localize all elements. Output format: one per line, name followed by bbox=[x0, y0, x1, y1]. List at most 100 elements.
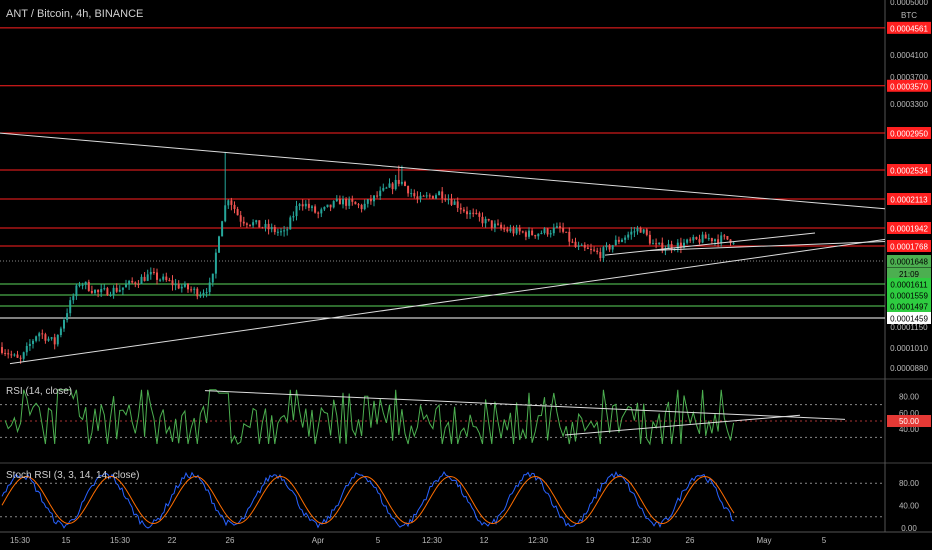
candle-body bbox=[658, 242, 661, 245]
candle-body bbox=[159, 279, 162, 281]
candle-body bbox=[521, 231, 524, 233]
candle-body bbox=[165, 276, 168, 281]
candle-body bbox=[317, 212, 320, 214]
candle-body bbox=[366, 199, 369, 204]
candle-body bbox=[503, 228, 506, 230]
time-tick-label: 12:30 bbox=[422, 536, 443, 545]
candle-body bbox=[289, 217, 292, 230]
candle-body bbox=[500, 224, 503, 229]
candle-body bbox=[242, 221, 245, 224]
candle-body bbox=[565, 231, 568, 233]
candle-body bbox=[413, 193, 416, 197]
red-level-label: 0.0004561 bbox=[890, 24, 928, 33]
candle-body bbox=[400, 181, 403, 184]
candle-body bbox=[273, 227, 276, 233]
price-tick-label: 0.0004100 bbox=[890, 51, 928, 60]
candle-body bbox=[35, 336, 38, 341]
candle-body bbox=[497, 223, 499, 225]
candle-body bbox=[686, 239, 689, 243]
time-tick-label: Apr bbox=[312, 536, 325, 545]
candle-body bbox=[193, 288, 196, 290]
candle-body bbox=[596, 250, 599, 253]
candle-body bbox=[621, 239, 623, 242]
currency-label: BTC bbox=[901, 11, 917, 20]
candle-body bbox=[32, 340, 34, 344]
candle-body bbox=[180, 286, 183, 289]
candle-body bbox=[704, 234, 707, 239]
candle-body bbox=[438, 191, 441, 196]
candle-body bbox=[388, 183, 391, 188]
price-tick-label: 0.0003300 bbox=[890, 100, 928, 109]
candle-body bbox=[218, 236, 220, 253]
candle-body bbox=[549, 233, 552, 235]
candle-body bbox=[369, 199, 372, 202]
candle-body bbox=[56, 335, 59, 345]
candle-body bbox=[94, 289, 96, 293]
candle-body bbox=[84, 281, 87, 285]
trendline bbox=[9, 238, 886, 365]
candle-body bbox=[63, 320, 65, 329]
candle-body bbox=[112, 287, 115, 296]
candle-body bbox=[540, 232, 543, 234]
price-tick-label: 0.0005000 bbox=[890, 0, 928, 7]
time-tick-label: 12:30 bbox=[528, 536, 549, 545]
candle-body bbox=[493, 223, 496, 228]
candle-body bbox=[385, 187, 388, 189]
candle-body bbox=[348, 199, 351, 206]
candle-body bbox=[174, 283, 177, 286]
candle-body bbox=[75, 285, 78, 297]
candle-body bbox=[732, 242, 735, 244]
candle-body bbox=[441, 191, 444, 199]
candle-body bbox=[435, 195, 437, 199]
candle-body bbox=[72, 296, 75, 301]
candle-body bbox=[444, 198, 447, 201]
candle-body bbox=[270, 227, 273, 230]
candle-body bbox=[69, 300, 72, 314]
candle-body bbox=[187, 283, 189, 290]
rsi-current-label: 50.00 bbox=[899, 417, 920, 426]
candle-body bbox=[676, 242, 679, 250]
candle-body bbox=[211, 273, 214, 283]
candle-body bbox=[382, 188, 385, 191]
candle-body bbox=[196, 288, 199, 297]
candle-body bbox=[97, 289, 100, 293]
candle-body bbox=[66, 313, 69, 321]
candle-body bbox=[710, 238, 713, 242]
candle-body bbox=[125, 284, 127, 288]
time-tick-label: 26 bbox=[686, 536, 695, 545]
price-tick-label: 0.0001010 bbox=[890, 344, 928, 353]
candle-body bbox=[475, 212, 478, 214]
candle-body bbox=[121, 287, 124, 290]
candle-body bbox=[518, 227, 521, 232]
candle-body bbox=[614, 239, 617, 246]
candle-body bbox=[602, 247, 605, 259]
candle-body bbox=[583, 244, 586, 248]
candle-body bbox=[714, 239, 716, 242]
candle-body bbox=[202, 292, 205, 296]
candle-body bbox=[447, 199, 450, 201]
candle-body bbox=[81, 284, 84, 286]
candle-body bbox=[44, 334, 47, 341]
candle-body bbox=[360, 204, 363, 210]
candle-body bbox=[10, 354, 13, 356]
time-tick-label: 12:30 bbox=[631, 536, 652, 545]
red-level-label: 0.0001942 bbox=[890, 225, 928, 234]
red-level-label: 0.0002534 bbox=[890, 167, 928, 176]
candle-body bbox=[456, 201, 459, 208]
candle-body bbox=[642, 229, 645, 233]
candle-body bbox=[481, 216, 484, 224]
candle-body bbox=[394, 179, 397, 190]
candle-body bbox=[304, 203, 307, 207]
candle-body bbox=[373, 195, 375, 202]
candle-body bbox=[183, 283, 186, 287]
candle-body bbox=[227, 200, 230, 206]
time-tick-label: 15:30 bbox=[110, 536, 131, 545]
candle-body bbox=[487, 218, 490, 221]
candle-body bbox=[53, 337, 56, 345]
candle-body bbox=[543, 228, 546, 233]
time-tick-label: 12 bbox=[480, 536, 489, 545]
candle-body bbox=[655, 243, 658, 245]
candle-body bbox=[692, 237, 695, 241]
candle-body bbox=[701, 234, 704, 243]
candle-body bbox=[490, 220, 493, 228]
